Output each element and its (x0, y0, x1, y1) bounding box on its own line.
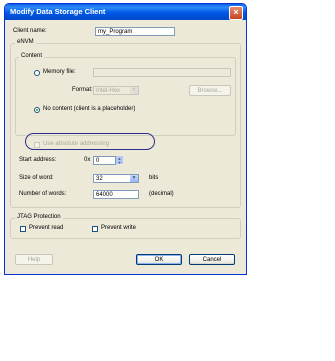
memory-file-radio[interactable] (34, 70, 40, 76)
size-of-word-unit: bits (149, 175, 159, 181)
client-name-input[interactable]: my_Program (95, 27, 175, 36)
envm-group-title: eNVM (15, 39, 36, 45)
start-address-label: Start address: (19, 157, 57, 163)
memory-file-label: Memory file: (43, 69, 76, 75)
memory-file-input[interactable] (93, 68, 231, 77)
prevent-read-checkbox[interactable] (20, 226, 26, 232)
no-content-radio[interactable] (34, 107, 40, 113)
no-content-label: No content (client is a placeholder) (43, 106, 136, 112)
size-of-word-select[interactable]: 32 ▼ (93, 174, 139, 183)
window-title: Modify Data Storage Client (10, 7, 106, 16)
number-of-words-label: Number of words: (19, 191, 67, 197)
number-of-words-input[interactable]: 64000 (93, 190, 139, 199)
start-address-prefix: 0x (84, 157, 91, 163)
format-select[interactable]: Intel-Hex ▼ (93, 86, 139, 95)
prevent-write-label: Prevent write (101, 225, 137, 231)
content-group-title: Content (19, 53, 45, 59)
browse-button[interactable]: Browse... (189, 85, 231, 96)
start-address-spinner[interactable]: ▲ ▼ (116, 156, 123, 165)
ok-button[interactable]: OK (136, 254, 182, 265)
chevron-down-icon: ▼ (130, 87, 138, 94)
jtag-group-title: JTAG Protection (15, 214, 63, 220)
size-of-word-label: Size of word: (19, 175, 54, 181)
client-name-label: Client name: (13, 28, 47, 34)
prevent-write-checkbox[interactable] (92, 226, 98, 232)
start-address-input[interactable]: 0 (93, 156, 116, 165)
spin-down-icon[interactable]: ▼ (116, 160, 123, 165)
highlight-annotation-oval (25, 133, 155, 150)
title-bar[interactable]: Modify Data Storage Client × (5, 4, 246, 20)
close-icon[interactable]: × (229, 6, 243, 20)
prevent-read-label: Prevent read (29, 225, 64, 231)
help-button[interactable]: Help (15, 254, 53, 265)
format-label: Format: (72, 87, 93, 93)
chevron-down-icon: ▼ (130, 175, 138, 182)
format-value: Intel-Hex (96, 88, 121, 94)
cancel-button[interactable]: Cancel (189, 254, 235, 265)
number-of-words-unit: (decimal) (149, 191, 174, 197)
size-of-word-value: 32 (96, 176, 103, 182)
